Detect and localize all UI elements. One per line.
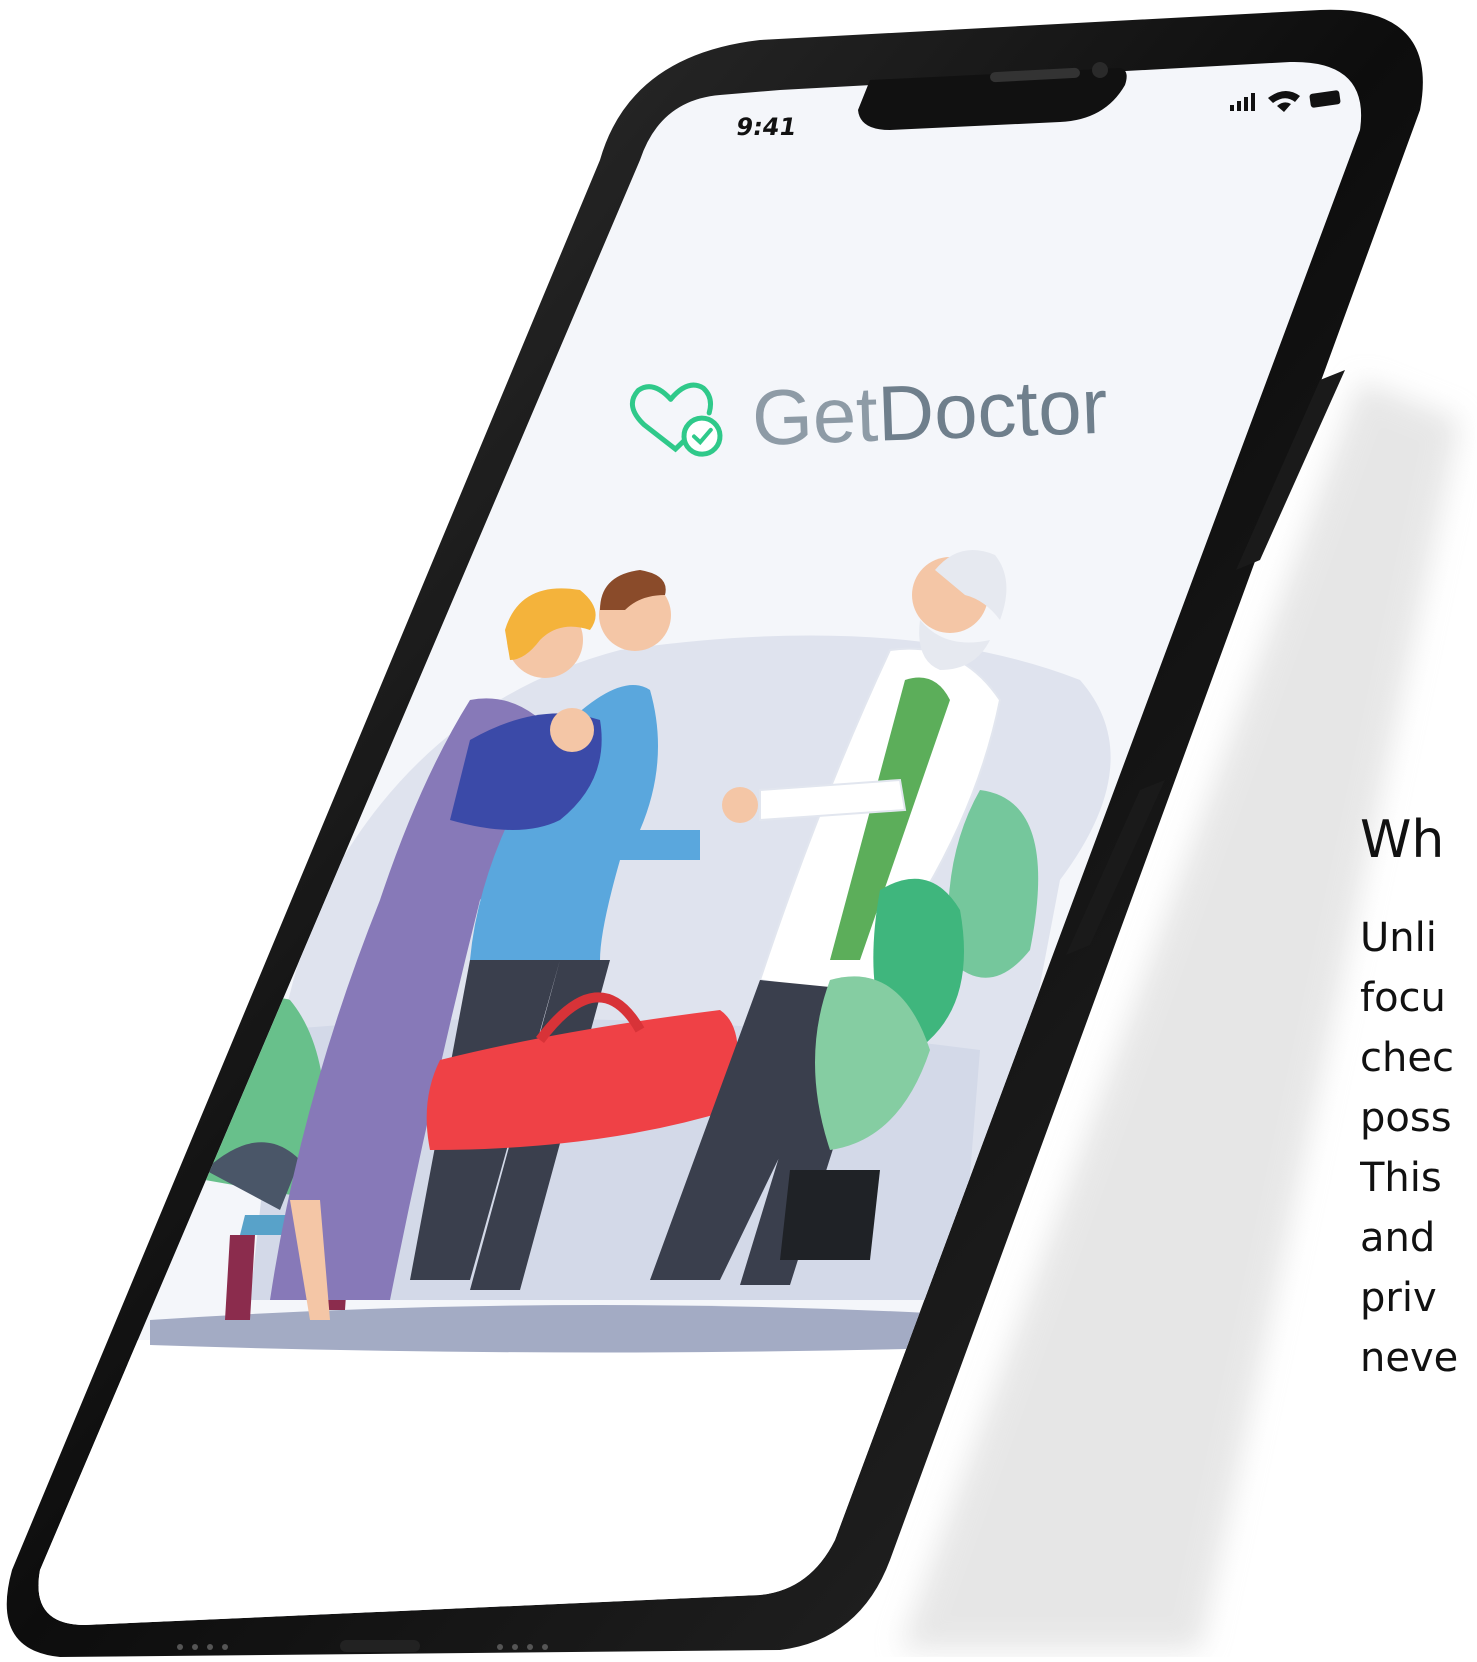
side-text-line: This: [1360, 1155, 1442, 1201]
side-text-line: priv: [1360, 1275, 1437, 1321]
child-face: [550, 708, 594, 752]
app-name-get: Get: [751, 370, 880, 462]
side-text-line: poss: [1360, 1095, 1452, 1141]
promo-stage: 9:41 GetDoctor Wh Unli focu chec poss Th…: [0, 0, 1477, 1658]
side-heading: Wh: [1360, 810, 1445, 870]
side-text-line: and: [1360, 1215, 1436, 1261]
side-text-line: chec: [1360, 1035, 1454, 1081]
status-time: 9:41: [734, 113, 799, 141]
plant-pot: [780, 1170, 880, 1260]
app-name: GetDoctor: [751, 362, 1109, 462]
handshake: [722, 787, 758, 823]
front-camera: [1092, 62, 1108, 78]
side-text-line: neve: [1360, 1335, 1459, 1381]
app-name-doctor: Doctor: [876, 362, 1109, 458]
side-text-line: focu: [1360, 975, 1446, 1021]
side-text-block: Wh Unli focu chec poss This and priv nev…: [1360, 810, 1477, 1388]
side-text-line: Unli: [1360, 915, 1437, 961]
phone-mockup: 9:41 GetDoctor: [6, 9, 1460, 1658]
lightning-port: [340, 1640, 420, 1652]
